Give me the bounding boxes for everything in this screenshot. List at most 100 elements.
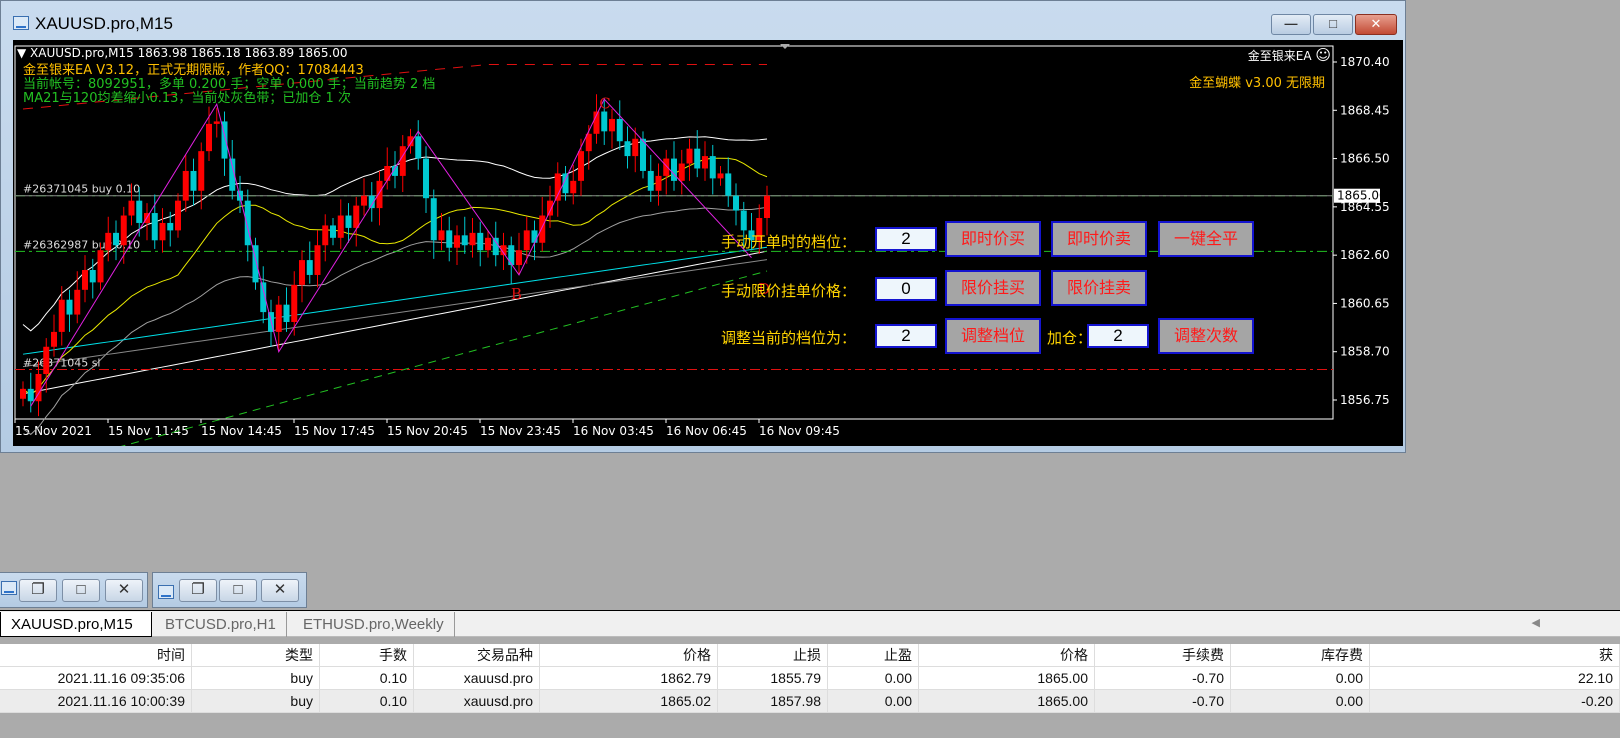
ma-grey-lower (22, 259, 768, 368)
candle-body (492, 237, 499, 256)
price-label: 1858.70 (1340, 345, 1390, 359)
candle-body (694, 148, 701, 169)
time-label: 15 Nov 20:45 (387, 424, 468, 438)
tab-xauusd[interactable]: XAUUSD.pro,M15 (0, 612, 152, 637)
candle-body (624, 141, 631, 157)
ma-green-dashed (120, 270, 768, 446)
restore-button[interactable]: ❐ (19, 579, 57, 602)
table-cell: 1865.02 (540, 690, 718, 712)
candle-body (384, 166, 391, 181)
column-header: 价格 (919, 644, 1095, 666)
table-cell: 0.10 (320, 667, 414, 689)
candle-body (213, 121, 220, 124)
table-cell: 0.00 (1231, 667, 1370, 689)
candle-body (361, 195, 367, 206)
chart-window-icon (13, 16, 29, 30)
buy-now-button[interactable]: 即时价买 (945, 221, 1041, 257)
table-cell: -0.70 (1095, 667, 1231, 689)
candle-body (128, 200, 135, 216)
close-all-button[interactable]: 一键全平 (1158, 221, 1254, 257)
tab-btcusd[interactable]: BTCUSD.pro,H1 (155, 612, 287, 637)
open-level-input[interactable]: 2 (875, 227, 937, 251)
label-open-level: 手动开单时的档位： (721, 233, 857, 251)
table-cell: buy (192, 667, 320, 689)
close-button[interactable]: ✕ (105, 579, 143, 602)
limit-price-input[interactable]: 0 (875, 277, 937, 301)
table-cell: 1865.00 (919, 667, 1095, 689)
sell-limit-button[interactable]: 限价挂卖 (1051, 270, 1147, 306)
candle-body (120, 215, 127, 246)
candle-body (531, 230, 538, 243)
table-cell: 0.00 (1231, 690, 1370, 712)
price-label: 1866.50 (1340, 152, 1390, 166)
zigzag-label: B (511, 285, 522, 303)
time-label: 15 Nov 17:45 (294, 424, 375, 438)
column-header: 时间 (0, 644, 192, 666)
candle-body (136, 200, 143, 223)
table-cell: xauusd.pro (414, 667, 540, 689)
table-cell: 0.00 (828, 667, 919, 689)
candle-body (105, 232, 112, 251)
adjust-count-button[interactable]: 调整次数 (1158, 318, 1254, 354)
sell-now-button[interactable]: 即时价卖 (1051, 221, 1147, 257)
price-chart[interactable]: 1870.40 1868.45 1866.50 1864.55 1862.60 1860.… (13, 40, 1403, 446)
minimized-window-1[interactable]: ❐ □ ✕ (0, 572, 148, 608)
candle-body (97, 250, 104, 283)
order-line-label: #26371045 sl (23, 357, 101, 370)
candle-body (601, 111, 608, 132)
ma-cyan (22, 246, 768, 355)
chart-tabs: XAUUSD.pro,M15 BTCUSD.pro,H1 ETHUSD.pro,… (0, 610, 1620, 637)
table-row[interactable]: 2021.11.16 09:35:06 buy 0.10 xauusd.pro 1862… (0, 667, 1620, 690)
table-row[interactable]: 2021.11.16 10:00:39 buy 0.10 xauusd.pro 1865… (0, 690, 1620, 713)
candle-body (725, 173, 732, 196)
candle-body (686, 148, 693, 164)
candle-body (609, 118, 615, 132)
candle-body (415, 136, 422, 159)
minimized-window-2[interactable]: ❐ □ ✕ (152, 572, 307, 608)
add-count-input[interactable]: 2 (1087, 324, 1149, 348)
candle-body (702, 156, 708, 169)
ea-name-text: 金至银来EA (1247, 49, 1312, 63)
table-cell: 1865.00 (919, 690, 1095, 712)
time-label: 15 Nov 14:45 (201, 424, 282, 438)
candle-body (578, 151, 584, 181)
candle-body (244, 200, 251, 246)
candle-body (43, 346, 50, 374)
candle-body (709, 156, 716, 179)
table-cell: 1857.98 (718, 690, 828, 712)
candle-body (113, 232, 119, 246)
minimize-button[interactable]: — (1271, 14, 1311, 35)
column-header: 交易品种 (414, 644, 540, 666)
candle-body (299, 260, 305, 285)
tab-ethusd[interactable]: ETHUSD.pro,Weekly (293, 612, 455, 637)
maximize-button[interactable]: □ (62, 579, 100, 602)
chart-window: XAUUSD.pro,M15 — □ ✕ 1870.40 1868.45 1866.… (0, 0, 1406, 453)
zigzag-label: C (599, 95, 610, 113)
candle-body (190, 170, 197, 191)
scroll-left-arrow-icon[interactable]: ◀ (1532, 616, 1540, 629)
table-cell: 1855.79 (718, 667, 828, 689)
candle-body (663, 158, 670, 176)
candle-body (655, 175, 662, 191)
adjust-level-input[interactable]: 2 (875, 324, 937, 348)
close-button[interactable]: ✕ (1355, 14, 1397, 35)
candle-body (733, 195, 739, 211)
maximize-button[interactable]: □ (1313, 14, 1353, 35)
candle-body (198, 151, 205, 191)
candle-body (337, 215, 344, 238)
label-adjust-level: 调整当前的档位为： (721, 329, 857, 347)
close-button[interactable]: ✕ (261, 579, 299, 602)
adjust-level-button[interactable]: 调整档位 (945, 318, 1041, 354)
table-cell: xauusd.pro (414, 690, 540, 712)
time-label: 15 Nov 23:45 (480, 424, 561, 438)
candle-body (469, 232, 476, 246)
column-header: 手数 (320, 644, 414, 666)
candle-body (275, 304, 282, 332)
column-header: 库存费 (1231, 644, 1370, 666)
current-price-label: 1865.00 (1337, 189, 1387, 203)
restore-button[interactable]: ❐ (179, 579, 217, 602)
maximize-button[interactable]: □ (219, 579, 257, 602)
buy-limit-button[interactable]: 限价挂买 (945, 270, 1041, 306)
table-cell: 0.00 (828, 690, 919, 712)
table-cell: 2021.11.16 09:35:06 (0, 667, 192, 689)
